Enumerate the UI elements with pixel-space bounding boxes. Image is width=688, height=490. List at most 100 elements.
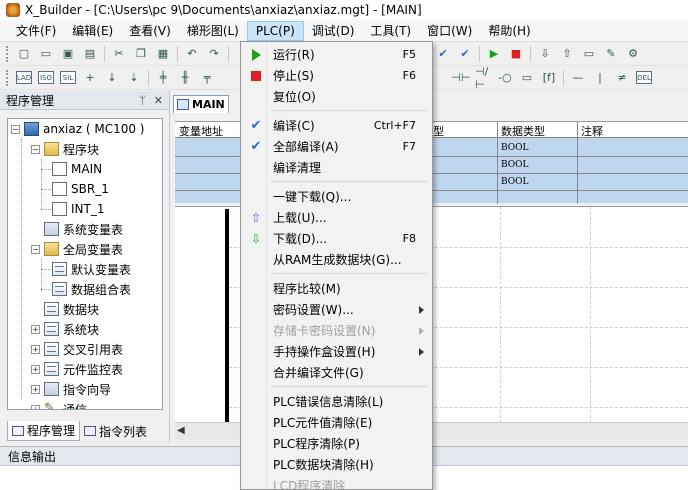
menu-item-compile[interactable]: ✔ 编译(C) Ctrl+F7	[243, 115, 430, 136]
menu-item-clear-program[interactable]: PLC程序清除(P)	[243, 433, 430, 454]
instruction-box-icon[interactable]: ▭	[519, 70, 535, 86]
menu-item-ram-generate[interactable]: 从RAM生成数据块(G)...	[243, 249, 430, 270]
menu-item-stop[interactable]: 停止(S) F6	[243, 65, 430, 86]
menu-window[interactable]: 窗口(W)	[419, 21, 480, 41]
monitor-icon[interactable]: ▭	[581, 46, 597, 62]
open-folder-icon[interactable]: ▭	[38, 46, 54, 62]
run-icon[interactable]: ▶	[486, 46, 502, 62]
table-cell[interactable]: BOOL	[501, 143, 529, 153]
scroll-left-icon[interactable]: ◀	[177, 425, 185, 436]
tree-item-sbr1[interactable]: SBR_1	[52, 179, 109, 199]
table-cell[interactable]: BOOL	[501, 160, 529, 170]
column-data-type[interactable]: 数据类型	[501, 123, 545, 139]
menu-item-password-settings[interactable]: 密码设置(W)...	[243, 299, 430, 320]
upload-icon[interactable]: ⇧	[559, 46, 575, 62]
iso-view-icon[interactable]: ISO	[38, 71, 54, 84]
new-file-icon[interactable]: ▢	[16, 46, 32, 62]
close-icon[interactable]: ✕	[154, 94, 163, 107]
arrow-down-alt-icon[interactable]: ⇣	[126, 70, 142, 86]
vertical-line-icon[interactable]: |	[592, 70, 608, 86]
expand-icon[interactable]: +	[31, 344, 40, 354]
copy-icon[interactable]: ❐	[133, 46, 149, 62]
collapse-icon[interactable]: −	[11, 124, 20, 134]
tree-item-cross-ref-table[interactable]: + 交叉引用表	[31, 339, 123, 359]
tree-item-data-block[interactable]: 数据块	[44, 299, 99, 319]
tree-item-default-var-table[interactable]: 默认变量表	[52, 259, 131, 279]
menu-item-run[interactable]: 运行(R) F5	[243, 44, 430, 65]
column-var-address[interactable]: 变量地址	[179, 123, 223, 139]
redo-icon[interactable]: ↷	[206, 46, 222, 62]
download-icon[interactable]: ⇩	[537, 46, 553, 62]
column-type[interactable]: 型	[433, 123, 444, 139]
menu-debug[interactable]: 调试(D)	[304, 21, 363, 41]
tree-item-global-var-table[interactable]: − 全局变量表	[31, 239, 123, 259]
expand-icon[interactable]: +	[31, 324, 40, 334]
paste-icon[interactable]: ▦	[155, 46, 171, 62]
menu-tools[interactable]: 工具(T)	[362, 21, 419, 41]
expand-icon[interactable]: +	[31, 404, 40, 409]
tab-main[interactable]: MAIN	[173, 95, 229, 113]
horizontal-line-icon[interactable]: —	[570, 70, 586, 86]
menu-edit[interactable]: 编辑(E)	[64, 21, 121, 41]
delete-icon[interactable]: DEL	[636, 71, 652, 84]
menu-item-reset[interactable]: 复位(O)	[243, 86, 430, 107]
settings-icon[interactable]: ⚙	[625, 46, 641, 62]
tree-root[interactable]: − anxiaz ( MC100 )	[11, 119, 145, 139]
tab-program-mgmt[interactable]: 程序管理	[7, 421, 81, 441]
save-all-icon[interactable]: ▤	[82, 46, 98, 62]
tree-item-program-block[interactable]: − 程序块	[31, 139, 99, 159]
contact-branch-alt-icon[interactable]: ╫	[177, 70, 193, 86]
coil-icon[interactable]: -○	[497, 70, 513, 86]
arrow-down-icon[interactable]: ↓	[104, 70, 120, 86]
toolbar-grip[interactable]	[6, 45, 9, 62]
lad-view-icon[interactable]: LAD	[16, 71, 32, 84]
stop-icon[interactable]: ■	[508, 46, 524, 62]
toolbar-grip[interactable]	[6, 69, 9, 86]
menu-item-clear-error[interactable]: PLC错误信息清除(L)	[243, 391, 430, 412]
menu-item-handheld-settings[interactable]: 手持操作盒设置(H)	[243, 341, 430, 362]
tree-item-communication[interactable]: + ✎ 通信	[31, 399, 87, 409]
edit-pencil-icon[interactable]: ✎	[603, 46, 619, 62]
cut-icon[interactable]: ✂	[111, 46, 127, 62]
menu-item-clear-data-block[interactable]: PLC数据块清除(H)	[243, 454, 430, 475]
tree-item-system-block[interactable]: + 系统块	[31, 319, 99, 339]
collapse-icon[interactable]: −	[31, 144, 40, 154]
expand-icon[interactable]: +	[31, 384, 40, 394]
menu-ladder[interactable]: 梯形图(L)	[179, 21, 247, 41]
column-comment[interactable]: 注释	[581, 123, 603, 139]
tree-item-data-group-table[interactable]: 数据组合表	[52, 279, 131, 299]
tree-item-instruction-wizard[interactable]: + 指令向导	[31, 379, 111, 399]
insert-row-icon[interactable]: +	[82, 70, 98, 86]
menu-plc[interactable]: PLC(P)	[246, 20, 304, 41]
tree-item-element-monitor-table[interactable]: + 元件监控表	[31, 359, 123, 379]
menu-item-download[interactable]: ⇩ 下载(D)... F8	[243, 228, 430, 249]
expand-icon[interactable]: +	[31, 364, 40, 374]
pin-icon[interactable]: ᛘ	[139, 94, 146, 107]
compile-check-icon[interactable]: ✔	[435, 46, 451, 62]
menu-help[interactable]: 帮助(H)	[480, 21, 538, 41]
contact-series-icon[interactable]: ╤	[199, 70, 215, 86]
menu-item-upload[interactable]: ⇧ 上载(U)...	[243, 207, 430, 228]
collapse-icon[interactable]: −	[31, 244, 40, 254]
tab-instruction-list[interactable]: 指令列表	[80, 421, 151, 441]
menu-view[interactable]: 查看(V)	[121, 21, 179, 41]
contact-nc-icon[interactable]: ⊣/⊢	[475, 65, 491, 91]
delete-line-icon[interactable]: ≠	[614, 70, 630, 86]
menu-file[interactable]: 文件(F)	[8, 21, 64, 41]
contact-no-icon[interactable]: ⊣⊢	[451, 70, 470, 86]
table-cell[interactable]: BOOL	[501, 177, 529, 187]
tree-item-main[interactable]: MAIN	[52, 159, 102, 179]
menu-item-program-compare[interactable]: 程序比较(M)	[243, 278, 430, 299]
undo-icon[interactable]: ↶	[184, 46, 200, 62]
menu-item-compile-clean[interactable]: 编译清理	[243, 157, 430, 178]
menu-item-clear-element[interactable]: PLC元件值清除(E)	[243, 412, 430, 433]
tree-item-system-var-table[interactable]: 系统变量表	[44, 219, 123, 239]
sil-view-icon[interactable]: SIL	[60, 71, 76, 84]
menu-item-compile-all[interactable]: ✔ 全部编译(A) F7	[243, 136, 430, 157]
save-icon[interactable]: ▣	[60, 46, 76, 62]
function-block-icon[interactable]: [f]	[541, 70, 557, 86]
contact-branch-icon[interactable]: ╪	[155, 70, 171, 86]
compile-all-check-icon[interactable]: ✔	[457, 46, 473, 62]
tree-item-int1[interactable]: INT_1	[52, 199, 104, 219]
menu-item-merge-compile[interactable]: 合并编译文件(G)	[243, 362, 430, 383]
